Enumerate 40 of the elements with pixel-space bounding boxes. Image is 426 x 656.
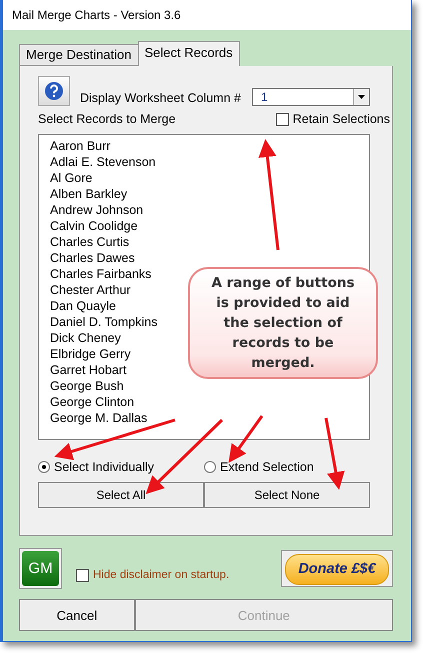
list-item[interactable]: Elbridge Gerry [50, 346, 131, 362]
list-item[interactable]: Charles Dawes [50, 250, 135, 266]
help-button[interactable] [38, 76, 70, 106]
arrow [228, 415, 264, 463]
list-item[interactable]: Adlai E. Stevenson [50, 154, 156, 170]
column-dropdown[interactable]: 1 [252, 88, 370, 106]
radio-button[interactable]: Extend Selection [204, 460, 370, 474]
list-item[interactable]: George Clinton [50, 394, 134, 410]
footer-button[interactable]: Cancel [19, 599, 135, 631]
tab[interactable]: Merge Destination [19, 44, 138, 66]
list-item[interactable]: Alben Barkley [50, 186, 128, 202]
select-button[interactable]: Select All [38, 482, 204, 508]
list-item[interactable]: Al Gore [50, 170, 92, 186]
logo-button[interactable]: GM [19, 548, 62, 588]
hide-disclaimer-checkbox[interactable]: Hide disclaimer on startup. [76, 568, 230, 582]
list-item[interactable]: Calvin Coolidge [50, 218, 138, 234]
column-label: Display Worksheet Column # [80, 91, 241, 105]
radio-dot[interactable] [38, 461, 50, 473]
select-button[interactable]: Select None [204, 482, 370, 508]
list-item[interactable]: George Bush [50, 378, 124, 394]
list-item[interactable]: Dick Cheney [50, 330, 121, 346]
window-title: Mail Merge Charts - Version 3.6 [3, 0, 411, 30]
callout-bubble: A range of buttons is provided to aid the selection of records to be merged. [188, 267, 378, 379]
list-item[interactable]: George M. Dallas [50, 410, 148, 426]
list-item[interactable]: Daniel D. Tompkins [50, 314, 158, 330]
retain-selections-checkbox[interactable]: Retain Selections [276, 112, 390, 126]
list-item[interactable]: Dan Quayle [50, 298, 116, 314]
list-item[interactable]: Andrew Johnson [50, 202, 144, 218]
list-item[interactable]: Charles Fairbanks [50, 266, 152, 282]
radio-button[interactable]: Select Individually [38, 460, 204, 474]
list-item[interactable]: Chester Arthur [50, 282, 131, 298]
list-item[interactable]: Aaron Burr [50, 138, 110, 154]
list-item[interactable]: Garret Hobart [50, 362, 126, 378]
caret-icon [358, 95, 365, 99]
donate-button[interactable]: Donate £$€ [281, 550, 393, 586]
list-item[interactable]: Charles Curtis [50, 234, 130, 250]
records-label: Select Records to Merge [38, 112, 176, 126]
help-icon [44, 81, 64, 101]
tab[interactable]: Select Records [138, 41, 240, 66]
radio-dot[interactable] [204, 461, 216, 473]
